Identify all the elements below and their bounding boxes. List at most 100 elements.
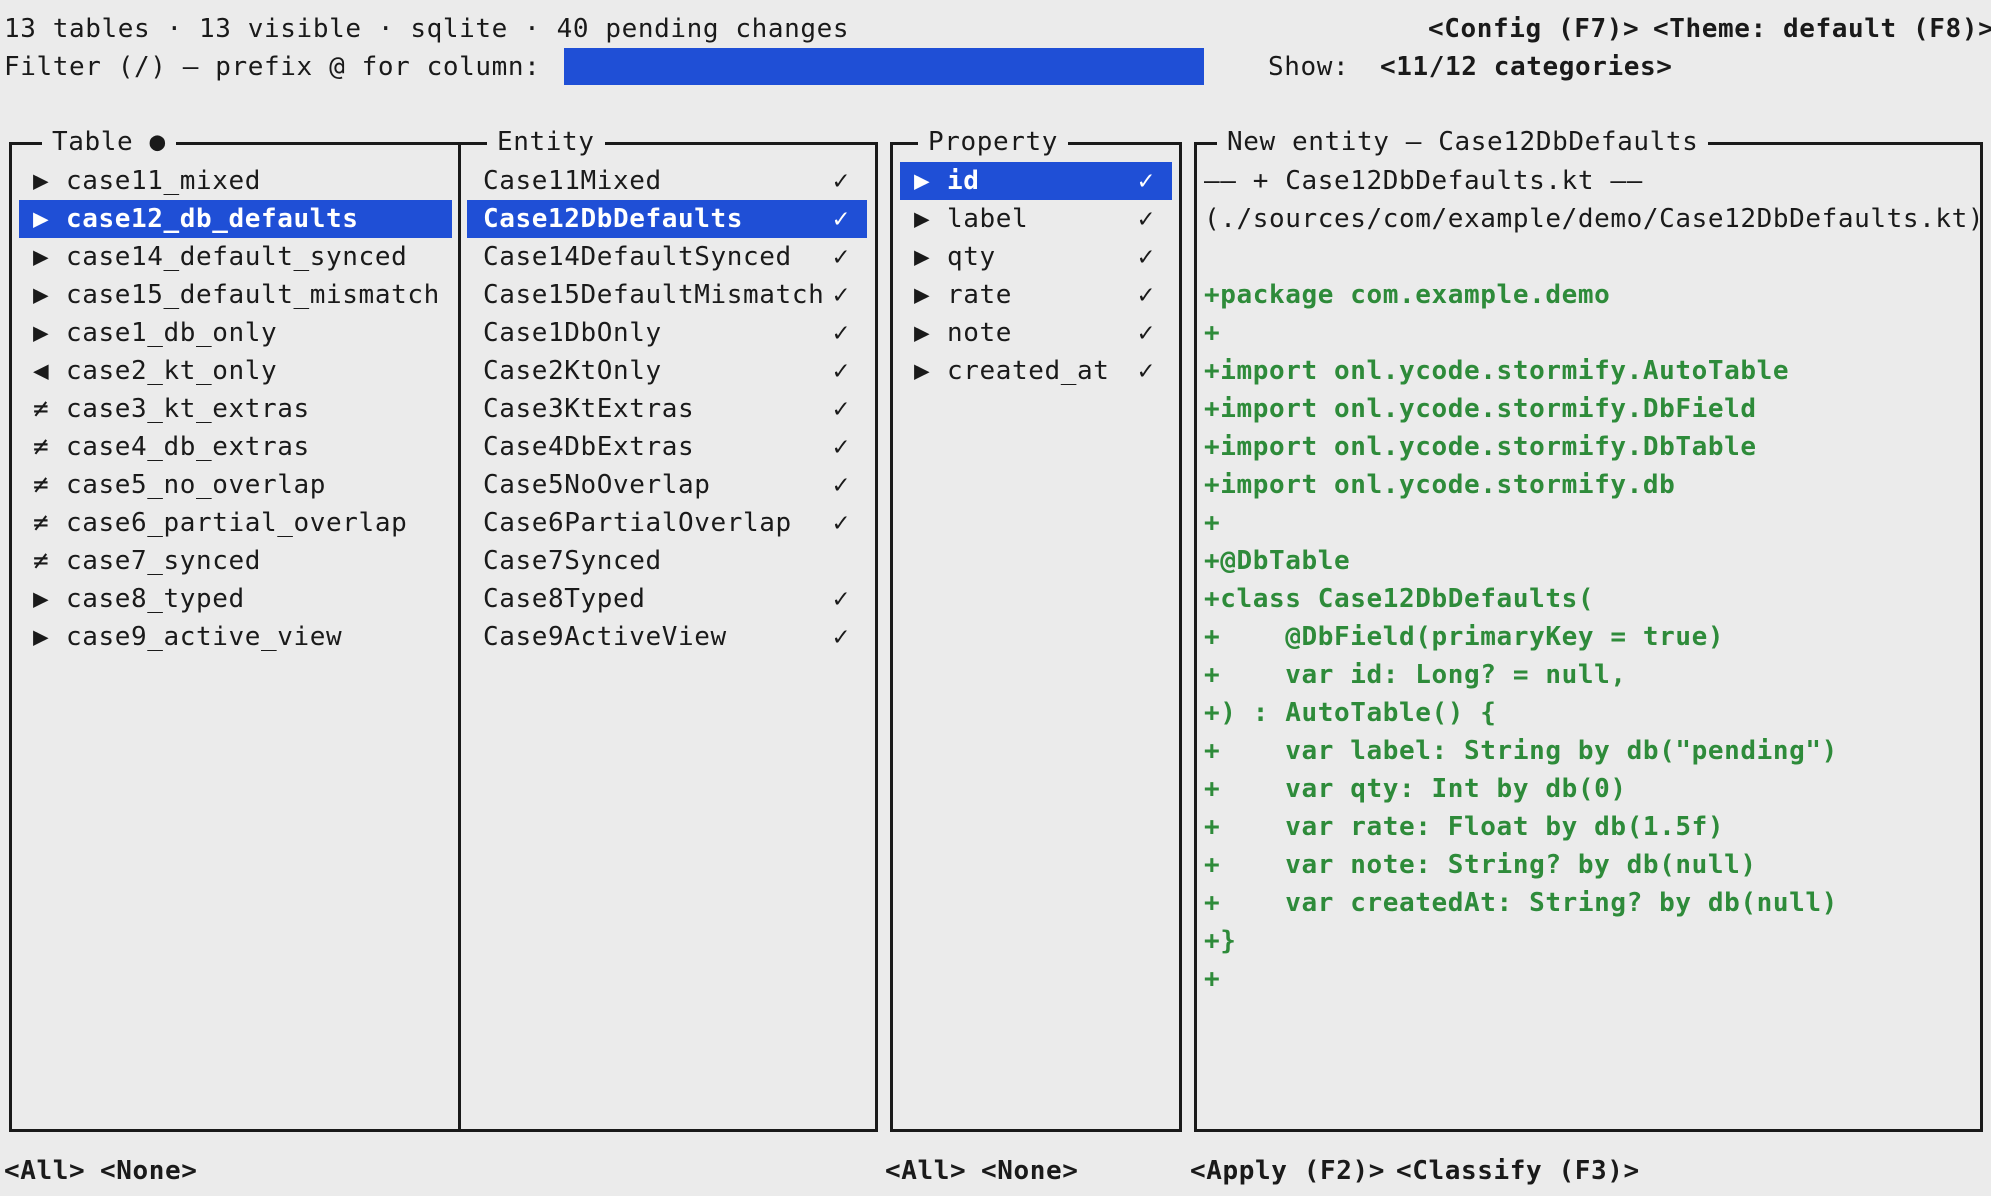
table-row-label: case9_active_view — [66, 622, 343, 652]
row-marker-icon: ▶ — [33, 166, 50, 196]
row-marker-icon: ▶ — [33, 242, 50, 272]
property-row[interactable]: ▶ qty ✓ — [900, 238, 1172, 276]
terminal-window: 13 tables · 13 visible · sqlite · 40 pen… — [0, 0, 1991, 1196]
table-row[interactable]: ▶ case12_db_defaults — [19, 200, 452, 238]
table-row-label: case3_kt_extras — [66, 394, 310, 424]
filter-input[interactable] — [564, 48, 1204, 85]
code-line: + var label: String by db("pending") — [1204, 736, 1838, 766]
table-row[interactable]: ◀ case2_kt_only — [19, 352, 452, 390]
entity-row[interactable]: Case3KtExtras ✓ — [467, 390, 867, 428]
code-line: + var createdAt: String? by db(null) — [1204, 888, 1838, 918]
entity-row-label: Case12DbDefaults — [483, 204, 744, 234]
row-marker-icon: ▶ — [33, 280, 50, 310]
entity-row[interactable]: Case15DefaultMismatch ✓ — [467, 276, 867, 314]
check-icon: ✓ — [833, 280, 850, 310]
property-row-label: rate — [947, 280, 1013, 310]
code-line: +) : AutoTable() { — [1204, 698, 1497, 728]
check-icon: ✓ — [833, 470, 850, 500]
table-row[interactable]: ≠ case5_no_overlap — [19, 466, 452, 504]
entity-row[interactable]: Case7Synced — [467, 542, 867, 580]
row-marker-icon: ▶ — [914, 280, 931, 310]
code-line: + var note: String? by db(null) — [1204, 850, 1757, 880]
table-row[interactable]: ≠ case3_kt_extras — [19, 390, 452, 428]
check-icon: ✓ — [833, 622, 850, 652]
entity-row-label: Case8Typed — [483, 584, 646, 614]
entity-row[interactable]: Case9ActiveView ✓ — [467, 618, 867, 656]
row-marker-icon: ▶ — [914, 204, 931, 234]
code-line: +} — [1204, 926, 1237, 956]
check-icon: ✓ — [1138, 204, 1155, 234]
property-row-label: created_at — [947, 356, 1110, 386]
entity-row-label: Case4DbExtras — [483, 432, 695, 462]
code-line: + var qty: Int by db(0) — [1204, 774, 1627, 804]
property-row-label: label — [947, 204, 1029, 234]
table-row-label: case2_kt_only — [66, 356, 278, 386]
entity-row[interactable]: Case6PartialOverlap ✓ — [467, 504, 867, 542]
entity-row[interactable]: Case8Typed ✓ — [467, 580, 867, 618]
apply-button[interactable]: <Apply (F2)> — [1190, 1152, 1385, 1190]
check-icon: ✓ — [1138, 318, 1155, 348]
entity-panel-title: Entity — [487, 123, 605, 161]
property-row-label: note — [947, 318, 1013, 348]
row-marker-icon: ≠ — [33, 546, 50, 576]
property-row[interactable]: ▶ rate ✓ — [900, 276, 1172, 314]
row-marker-icon: ≠ — [33, 394, 50, 424]
property-row[interactable]: ▶ note ✓ — [900, 314, 1172, 352]
table-panel-title: Table ● — [42, 123, 176, 161]
check-icon: ✓ — [1138, 356, 1155, 386]
check-icon: ✓ — [833, 508, 850, 538]
table-row[interactable]: ▶ case8_typed — [19, 580, 452, 618]
row-marker-icon: ▶ — [914, 242, 931, 272]
entity-row[interactable]: Case5NoOverlap ✓ — [467, 466, 867, 504]
code-line: +class Case12DbDefaults( — [1204, 584, 1595, 614]
check-icon: ✓ — [833, 318, 850, 348]
table-row[interactable]: ▶ case1_db_only — [19, 314, 452, 352]
code-line: + @DbField(primaryKey = true) — [1204, 622, 1725, 652]
table-row-label: case15_default_mismatch — [66, 280, 440, 310]
theme-button[interactable]: <Theme: default (F8)> — [1653, 10, 1991, 48]
entity-row[interactable]: Case12DbDefaults ✓ — [467, 200, 867, 238]
property-row-label: qty — [947, 242, 996, 272]
row-marker-icon: ▶ — [33, 204, 50, 234]
select-all-tables-button[interactable]: <All> — [4, 1152, 85, 1190]
table-row[interactable]: ▶ case9_active_view — [19, 618, 452, 656]
entity-row-label: Case15DefaultMismatch — [483, 280, 825, 310]
code-line: +import onl.ycode.stormify.DbTable — [1204, 432, 1757, 462]
code-line: +import onl.ycode.stormify.AutoTable — [1204, 356, 1790, 386]
row-marker-icon: ▶ — [33, 584, 50, 614]
select-none-tables-button[interactable]: <None> — [100, 1152, 198, 1190]
categories-button[interactable]: <11/12 categories> — [1380, 48, 1673, 86]
entity-row-label: Case7Synced — [483, 546, 662, 576]
table-row[interactable]: ▶ case15_default_mismatch — [19, 276, 452, 314]
table-row[interactable]: ≠ case6_partial_overlap — [19, 504, 452, 542]
entity-row[interactable]: Case4DbExtras ✓ — [467, 428, 867, 466]
config-button[interactable]: <Config (F7)> — [1428, 10, 1639, 48]
entity-row[interactable]: Case11Mixed ✓ — [467, 162, 867, 200]
code-line: + — [1204, 508, 1221, 538]
entity-row[interactable]: Case2KtOnly ✓ — [467, 352, 867, 390]
entity-row[interactable]: Case1DbOnly ✓ — [467, 314, 867, 352]
code-line: +import onl.ycode.stormify.db — [1204, 470, 1676, 500]
table-row-label: case7_synced — [66, 546, 262, 576]
check-icon: ✓ — [833, 166, 850, 196]
table-row[interactable]: ▶ case11_mixed — [19, 162, 452, 200]
table-row[interactable]: ≠ case7_synced — [19, 542, 452, 580]
entity-row-label: Case1DbOnly — [483, 318, 662, 348]
code-line: +package com.example.demo — [1204, 280, 1611, 310]
table-row-label: case12_db_defaults — [66, 204, 359, 234]
table-row[interactable]: ≠ case4_db_extras — [19, 428, 452, 466]
entity-row-label: Case2KtOnly — [483, 356, 662, 386]
table-row[interactable]: ▶ case14_default_synced — [19, 238, 452, 276]
select-all-properties-button[interactable]: <All> — [885, 1152, 966, 1190]
entity-row-label: Case14DefaultSynced — [483, 242, 792, 272]
entity-row-label: Case6PartialOverlap — [483, 508, 792, 538]
check-icon: ✓ — [833, 584, 850, 614]
property-row[interactable]: ▶ id ✓ — [900, 162, 1172, 200]
property-row[interactable]: ▶ label ✓ — [900, 200, 1172, 238]
table-row-label: case14_default_synced — [66, 242, 408, 272]
select-none-properties-button[interactable]: <None> — [981, 1152, 1079, 1190]
property-row[interactable]: ▶ created_at ✓ — [900, 352, 1172, 390]
preview-panel-title: New entity — Case12DbDefaults — [1217, 123, 1709, 161]
entity-row[interactable]: Case14DefaultSynced ✓ — [467, 238, 867, 276]
classify-button[interactable]: <Classify (F3)> — [1396, 1152, 1640, 1190]
